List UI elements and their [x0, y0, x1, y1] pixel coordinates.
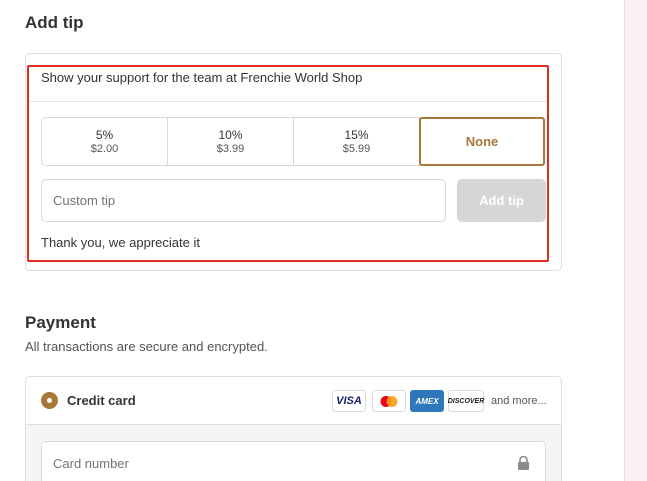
page-side-background	[624, 0, 647, 481]
visa-logo-text: VISA	[336, 395, 362, 407]
discover-logo-text: DISCOVER	[447, 397, 485, 405]
tip-option-percent: 10%	[218, 128, 243, 142]
tip-option-none[interactable]: None	[419, 117, 545, 166]
lock-icon	[518, 456, 529, 470]
tip-option-amount: $2.00	[90, 143, 119, 155]
add-tip-heading: Add tip	[25, 13, 84, 32]
amex-logo-icon: AMEX	[410, 390, 444, 412]
discover-logo-icon: DISCOVER	[448, 390, 484, 412]
card-number-input[interactable]	[41, 441, 546, 481]
tip-thanks-text: Thank you, we appreciate it	[41, 235, 200, 250]
mastercard-logo-icon	[372, 390, 406, 412]
tip-options: 5% $2.00 10% $3.99 15% $5.99 None	[41, 117, 545, 166]
mastercard-circles-icon	[380, 395, 398, 407]
more-cards-text: and more...	[491, 395, 547, 407]
tip-intro-text: Show your support for the team at French…	[41, 70, 363, 85]
tip-divider	[29, 101, 547, 102]
tip-option-percent: 15%	[344, 128, 369, 142]
tip-option-amount: $5.99	[342, 143, 371, 155]
tip-option-percent: None	[465, 134, 499, 149]
tip-option-amount: $3.99	[216, 143, 245, 155]
amex-logo-text: AMEX	[415, 396, 439, 406]
tip-option-10[interactable]: 10% $3.99	[168, 118, 294, 165]
credit-card-label: Credit card	[67, 393, 136, 408]
payment-subtitle: All transactions are secure and encrypte…	[25, 339, 268, 354]
tip-option-percent: 5%	[95, 128, 114, 142]
radio-selected-icon[interactable]	[41, 392, 58, 409]
visa-logo-icon: VISA	[332, 390, 366, 412]
tip-option-5[interactable]: 5% $2.00	[42, 118, 168, 165]
tip-option-15[interactable]: 15% $5.99	[294, 118, 420, 165]
payment-heading: Payment	[25, 313, 96, 332]
custom-tip-input[interactable]	[41, 179, 446, 222]
add-tip-button[interactable]: Add tip	[457, 179, 546, 222]
